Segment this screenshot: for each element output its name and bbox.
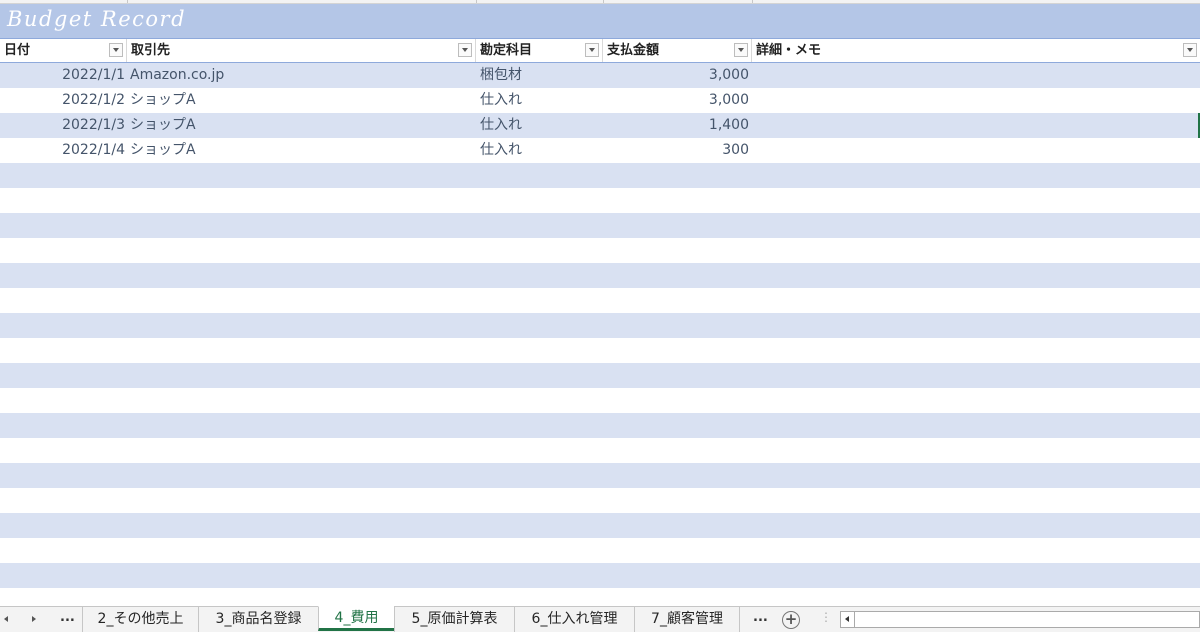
cell-memo[interactable]	[752, 63, 1200, 88]
tab-other-sales[interactable]: 2_その他売上	[82, 607, 198, 632]
column-header-label: 支払金額	[607, 43, 660, 58]
tab-purchase-management[interactable]: 6_仕入れ管理	[514, 607, 634, 632]
column-header-vendor[interactable]: 取引先	[127, 39, 476, 62]
cell-date[interactable]: 2022/1/1	[0, 63, 127, 88]
column-header-amount[interactable]: 支払金額	[603, 39, 752, 62]
tab-product-registration[interactable]: 3_商品名登録	[198, 607, 318, 632]
tab-label: 4_費用	[334, 610, 379, 626]
cell-date[interactable]: 2022/1/3	[0, 113, 127, 138]
cell-memo[interactable]	[752, 113, 1200, 138]
cell-amount[interactable]: 3,000	[603, 63, 752, 88]
empty-row[interactable]	[0, 563, 1200, 588]
empty-row[interactable]	[0, 338, 1200, 363]
column-header-date[interactable]: 日付	[0, 39, 127, 62]
filter-dropdown-icon[interactable]	[585, 43, 599, 57]
column-header-memo[interactable]: 詳細・メモ	[752, 39, 1200, 62]
sheet-title: Budget Record	[7, 7, 187, 31]
empty-row[interactable]	[0, 488, 1200, 513]
cell-account[interactable]: 仕入れ	[476, 138, 603, 163]
scrollbar-thumb[interactable]	[857, 614, 1197, 625]
empty-row[interactable]	[0, 388, 1200, 413]
cell-vendor[interactable]: ショップA	[127, 88, 476, 113]
empty-row[interactable]	[0, 513, 1200, 538]
cell-vendor[interactable]: ショップA	[127, 138, 476, 163]
table-row[interactable]: 2022/1/1 Amazon.co.jp 梱包材 3,000	[0, 63, 1200, 88]
empty-row[interactable]	[0, 213, 1200, 238]
empty-row[interactable]	[0, 588, 1200, 606]
cell-amount[interactable]: 1,400	[603, 113, 752, 138]
tab-label: 7_顧客管理	[651, 611, 723, 627]
cell-account[interactable]: 仕入れ	[476, 88, 603, 113]
empty-row[interactable]	[0, 263, 1200, 288]
cell-account[interactable]: 梱包材	[476, 63, 603, 88]
tab-customer-management[interactable]: 7_顧客管理	[634, 607, 740, 632]
tab-label: 2_その他売上	[97, 611, 184, 627]
scroll-tabs-left-icon[interactable]	[4, 616, 8, 622]
filter-dropdown-icon[interactable]	[734, 43, 748, 57]
table-row[interactable]: 2022/1/4 ショップA 仕入れ 300	[0, 138, 1200, 163]
empty-row[interactable]	[0, 188, 1200, 213]
cell-amount[interactable]: 300	[603, 138, 752, 163]
empty-row[interactable]	[0, 438, 1200, 463]
tab-split-handle-icon[interactable]: ⋮	[820, 610, 832, 624]
empty-row[interactable]	[0, 538, 1200, 563]
filter-dropdown-icon[interactable]	[1183, 43, 1197, 57]
cell-vendor[interactable]: ショップA	[127, 113, 476, 138]
cell-account[interactable]: 仕入れ	[476, 113, 603, 138]
sheet-tab-bar: ... 2_その他売上 3_商品名登録 4_費用 5_原価計算表 6_仕入れ管理…	[0, 606, 1200, 632]
tab-expenses[interactable]: 4_費用	[318, 606, 394, 631]
cell-date[interactable]: 2022/1/2	[0, 88, 127, 113]
cell-vendor[interactable]: Amazon.co.jp	[127, 63, 476, 88]
cell-amount[interactable]: 3,000	[603, 88, 752, 113]
column-header-label: 勘定科目	[480, 43, 533, 58]
more-tabs-left-button[interactable]: ...	[60, 610, 75, 625]
empty-row[interactable]	[0, 463, 1200, 488]
scroll-left-icon[interactable]	[841, 612, 855, 627]
tab-label: 5_原価計算表	[411, 611, 498, 627]
column-header-account[interactable]: 勘定科目	[476, 39, 603, 62]
empty-row[interactable]	[0, 363, 1200, 388]
cell-date[interactable]: 2022/1/4	[0, 138, 127, 163]
title-band[interactable]: Budget Record	[0, 4, 1200, 39]
table-row[interactable]: 2022/1/2 ショップA 仕入れ 3,000	[0, 88, 1200, 113]
cell-memo[interactable]	[752, 138, 1200, 163]
spreadsheet-grid[interactable]: Budget Record 日付 取引先 勘定科目 支払金額 詳細・メモ 202…	[0, 0, 1200, 606]
filter-dropdown-icon[interactable]	[458, 43, 472, 57]
tab-label: 3_商品名登録	[215, 611, 302, 627]
add-sheet-icon[interactable]: +	[782, 611, 800, 629]
table-row[interactable]: 2022/1/3 ショップA 仕入れ 1,400	[0, 113, 1200, 138]
empty-row[interactable]	[0, 238, 1200, 263]
cell-memo[interactable]	[752, 88, 1200, 113]
scroll-tabs-right-icon[interactable]	[32, 616, 36, 622]
column-header-label: 詳細・メモ	[756, 43, 822, 58]
table-header-row: 日付 取引先 勘定科目 支払金額 詳細・メモ	[0, 39, 1200, 63]
column-header-label: 取引先	[131, 43, 171, 58]
filter-dropdown-icon[interactable]	[109, 43, 123, 57]
empty-row[interactable]	[0, 288, 1200, 313]
empty-row[interactable]	[0, 413, 1200, 438]
horizontal-scrollbar[interactable]	[840, 611, 1200, 628]
empty-row[interactable]	[0, 163, 1200, 188]
column-header-label: 日付	[4, 43, 31, 58]
tab-cost-calculation[interactable]: 5_原価計算表	[394, 607, 514, 632]
tab-label: 6_仕入れ管理	[531, 611, 618, 627]
empty-row[interactable]	[0, 313, 1200, 338]
more-tabs-right-button[interactable]: ...	[753, 610, 768, 625]
